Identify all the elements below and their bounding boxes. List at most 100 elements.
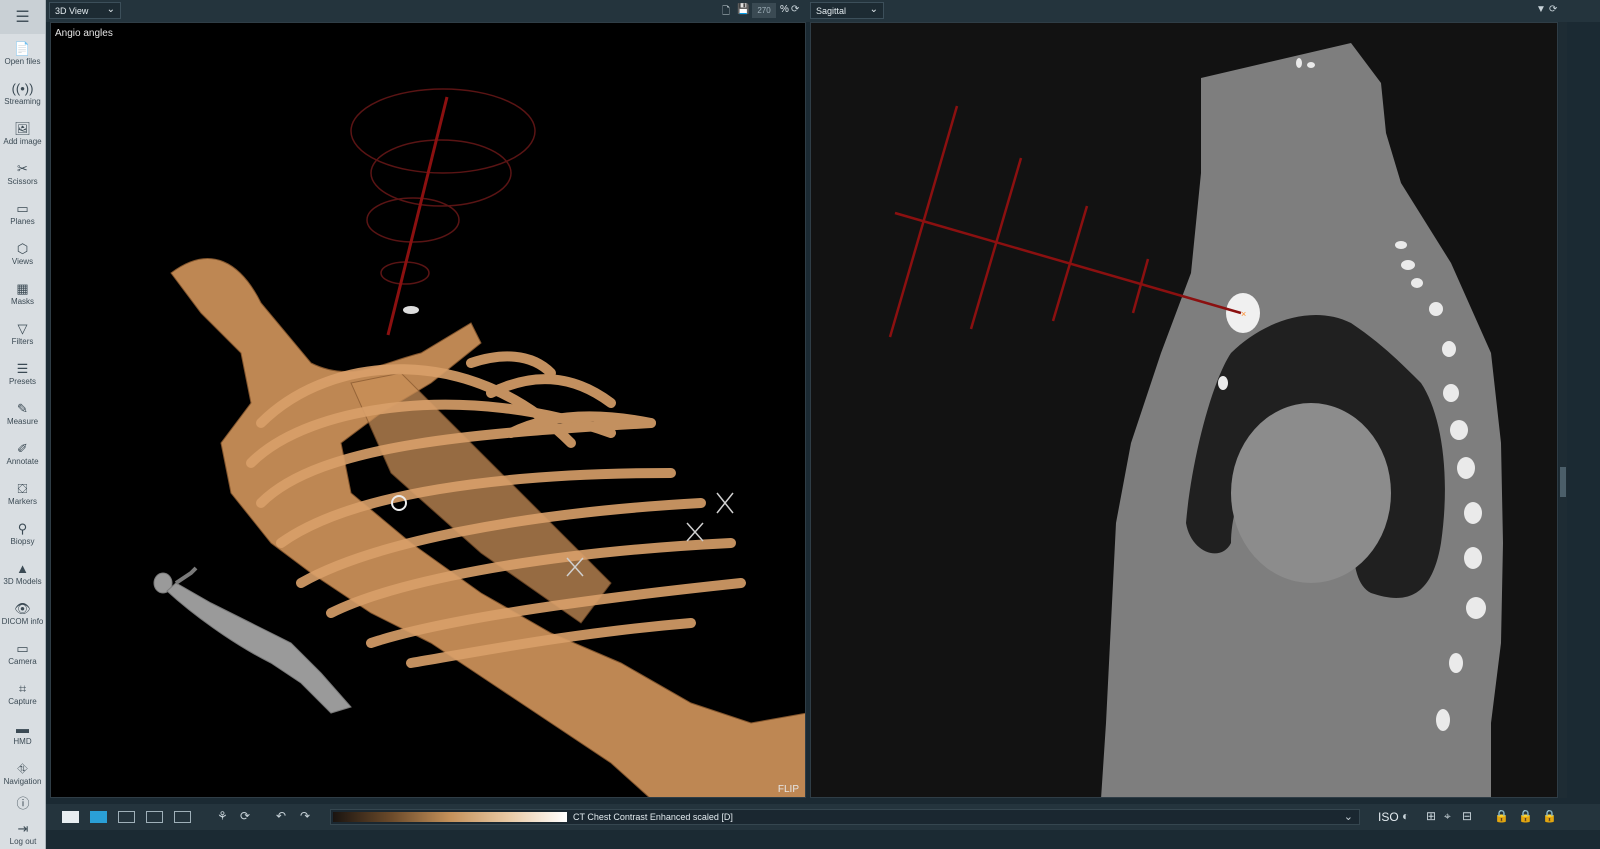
angle-ring	[350, 88, 536, 174]
sidebar-item-label: Presets	[8, 376, 37, 386]
colormap-gradient	[333, 812, 567, 822]
masks-icon: ▦	[16, 280, 29, 296]
sidebar-item-open-files[interactable]: 📄 Open files	[0, 34, 45, 74]
layers-icon[interactable]: ⊟	[1462, 809, 1472, 823]
sidebar-item-streaming[interactable]: ((•)) Streaming	[0, 74, 45, 114]
sagittal-view-panel[interactable]: ×	[810, 22, 1558, 798]
menu-icon[interactable]: ☰	[0, 0, 45, 34]
annotate-icon: ✐	[17, 440, 28, 456]
lock-icon[interactable]: 🔒	[1542, 809, 1557, 823]
camera-icon: ▭	[16, 640, 29, 656]
filters-icon: ▽	[17, 320, 28, 336]
measure-icon: ✎	[17, 400, 28, 416]
sidebar-item-presets[interactable]: ☰ Presets	[0, 354, 45, 394]
layout-grid-button[interactable]	[174, 811, 191, 823]
layout-single-button[interactable]	[62, 811, 79, 823]
view-overlay-title: Angio angles	[55, 28, 113, 39]
bottom-toolbar: ⚘ ⟳ ↶ ↷ CT Chest Contrast Enhanced scale…	[46, 804, 1600, 830]
logout-icon: ⇥	[17, 820, 29, 836]
orientation-figure	[153, 566, 352, 714]
iso-button[interactable]: ISO	[1378, 810, 1399, 824]
redo-icon[interactable]: ↷	[300, 809, 310, 823]
sidebar-item-label: Markers	[8, 496, 37, 506]
sidebar-item-annotate[interactable]: ✐ Annotate	[0, 434, 45, 474]
colormap-preset-select[interactable]: CT Chest Contrast Enhanced scaled [D] ⌄	[330, 809, 1360, 825]
sidebar-item-masks[interactable]: ▦ Masks	[0, 274, 45, 314]
sidebar-item-filters[interactable]: ▽ Filters	[0, 314, 45, 354]
undo-icon[interactable]: ↶	[276, 809, 286, 823]
biopsy-icon: ⚲	[17, 520, 28, 536]
sidebar-item-measure[interactable]: ✎ Measure	[0, 394, 45, 434]
sidebar-item-views[interactable]: ⬡ Views	[0, 234, 45, 274]
sidebar-item-label: Log out	[9, 836, 37, 846]
lock-icon[interactable]: 🔒	[1494, 809, 1509, 823]
reset-view-icon[interactable]: ⟳	[1549, 4, 1557, 15]
sidebar-item-dicom-info[interactable]: 👁 DICOM info	[0, 594, 45, 634]
sidebar-item-label: HMD	[13, 736, 32, 746]
crosshair-icon[interactable]: ⌖	[1444, 809, 1451, 824]
new-file-icon[interactable]: 🗋	[722, 4, 730, 21]
contrast-icon[interactable]: ◐	[1402, 809, 1409, 823]
brain-icon[interactable]: ⚘	[217, 809, 228, 823]
sidebar-item-label: Filters	[11, 336, 34, 346]
sidebar-item-label: Scissors	[7, 176, 38, 186]
streaming-icon: ((•))	[11, 80, 34, 96]
sidebar-item-camera[interactable]: ▭ Camera	[0, 634, 45, 674]
sidebar-item-info[interactable]: ⓘ	[0, 789, 46, 819]
sidebar-item-label: Annotate	[6, 456, 39, 466]
sidebar-item-label: DICOM info	[1, 616, 44, 626]
sidebar-item-hmd[interactable]: ▬ HMD	[0, 714, 45, 754]
colormap-name: CT Chest Contrast Enhanced scaled [D]	[573, 812, 733, 822]
right-view-select[interactable]: Sagittal ⌄	[810, 2, 884, 19]
3d-render	[153, 88, 805, 797]
flip-button[interactable]: FLIP	[778, 784, 799, 795]
sidebar-item-markers[interactable]: ⛋ Markers	[0, 474, 45, 514]
sidebar-item-biopsy[interactable]: ⚲ Biopsy	[0, 514, 45, 554]
lock-icon[interactable]: 🔒	[1518, 809, 1533, 823]
open-files-icon: 📄	[14, 40, 31, 56]
planes-icon: ▭	[16, 200, 29, 216]
sidebar-item-navigation[interactable]: ⛗ Navigation	[0, 754, 45, 794]
sidebar-item-label: Camera	[8, 656, 37, 666]
sidebar-item-label: Streaming	[4, 96, 41, 106]
sidebar-item-3d-models[interactable]: ▲ 3D Models	[0, 554, 45, 594]
sidebar-item-capture[interactable]: ⌗ Capture	[0, 674, 45, 714]
layout-two-button[interactable]	[90, 811, 107, 823]
3d-view-panel[interactable]: Angio angles FLIP	[50, 22, 806, 798]
sidebar-item-label: Measure	[6, 416, 39, 426]
left-view-select-label: 3D View	[55, 6, 89, 16]
view-toolbar: 3D View ⌄ 🗋 💾 270 % ⟳ Sagittal ⌄ ▼ ⟳	[46, 0, 1600, 22]
svg-text:×: ×	[1241, 309, 1246, 319]
zoom-input[interactable]: 270	[752, 3, 776, 18]
sagittal-slice: ×	[888, 43, 1503, 797]
sidebar-item-log-out[interactable]: ⇥ Log out	[0, 819, 46, 849]
sidebar-item-label: Views	[11, 256, 34, 266]
sidebar-item-planes[interactable]: ▭ Planes	[0, 194, 45, 234]
left-view-select[interactable]: 3D View ⌄	[49, 2, 121, 19]
sidebar-item-label: Capture	[8, 696, 37, 706]
tool-sidebar: ☰ 📄 Open files ((•)) Streaming 🖼 Add image ✂ Sc…	[0, 0, 46, 849]
layout-four-button[interactable]	[118, 811, 135, 823]
3d-models-icon: ▲	[16, 560, 29, 576]
presets-icon: ☰	[16, 360, 29, 376]
sidebar-item-label: Biopsy	[10, 536, 35, 546]
reset-view-icon[interactable]: ⟳	[791, 4, 799, 15]
sidebar-item-label: Planes	[10, 216, 35, 226]
view-scrollbar[interactable]	[1559, 22, 1567, 798]
sidebar-item-scissors[interactable]: ✂ Scissors	[0, 154, 45, 194]
right-view-select-label: Sagittal	[816, 6, 847, 16]
sidebar-item-add-image[interactable]: 🖼 Add image	[0, 114, 45, 154]
markers-icon: ⛋	[17, 480, 28, 496]
add-image-icon: 🖼	[14, 120, 31, 136]
grid-icon[interactable]: ⊞	[1426, 809, 1436, 823]
views-icon: ⬡	[16, 240, 29, 256]
sync-icon[interactable]: ⟳	[240, 809, 250, 823]
hmd-icon: ▬	[16, 720, 29, 736]
scrollbar-thumb[interactable]	[1560, 467, 1566, 497]
save-icon[interactable]: 💾	[737, 4, 749, 15]
angle-axis-line	[386, 96, 449, 336]
dropdown-arrow-icon[interactable]: ▼	[1536, 4, 1546, 15]
sidebar-item-label: 3D Models	[3, 576, 42, 586]
scissors-icon: ✂	[17, 160, 28, 176]
layout-three-button[interactable]	[146, 811, 163, 823]
